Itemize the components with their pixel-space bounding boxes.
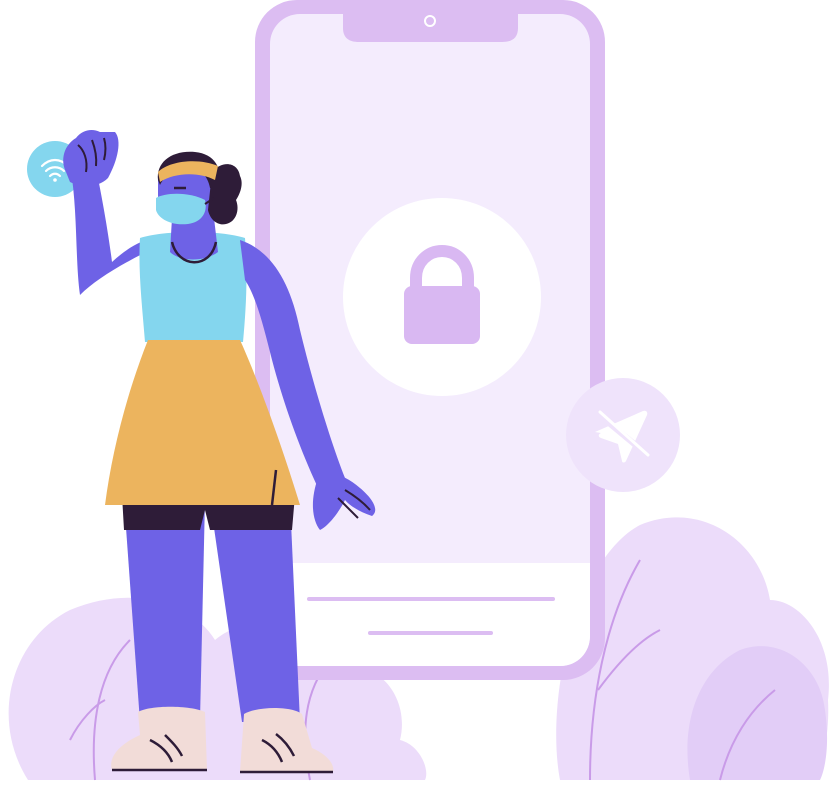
- mask: [156, 193, 206, 225]
- mobile-lock-illustration: [8, 0, 829, 781]
- phone-notch: [343, 14, 518, 42]
- phone-text-line-1: [307, 597, 555, 601]
- phone-text-line-2: [368, 631, 493, 635]
- phone: [255, 0, 605, 680]
- airplane-off-icon: [566, 378, 680, 492]
- phone-bottom-panel: [270, 563, 590, 666]
- hand-raised: [63, 130, 119, 187]
